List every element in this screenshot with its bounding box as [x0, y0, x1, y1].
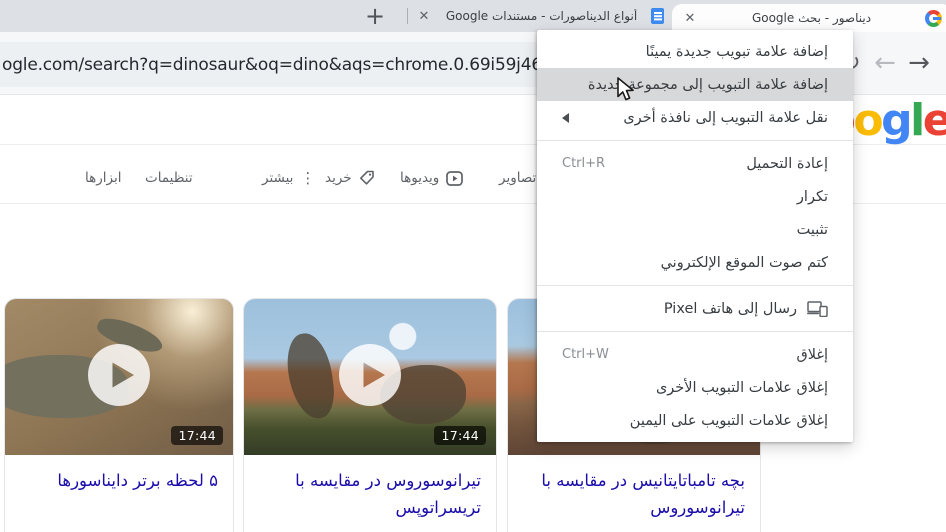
video-duration-badge: 17:44: [171, 426, 223, 445]
video-title-link[interactable]: بچه تامباتایتانیس در مقایسه با تیرانوسور…: [508, 455, 760, 521]
menu-item-label: إغلاق: [796, 347, 828, 363]
menu-shortcut: Ctrl+W: [562, 347, 609, 362]
menu-item-close[interactable]: إغلاق Ctrl+W: [537, 338, 853, 371]
filter-tab-images[interactable]: تصاویر: [499, 164, 536, 192]
play-icon[interactable]: [88, 344, 150, 410]
menu-item-move-tab-to-other-window[interactable]: نقل علامة التبويب إلى نافذة أخرى: [537, 101, 853, 134]
filter-tab-tools[interactable]: ابزارها: [85, 164, 121, 192]
send-to-device-icon: [807, 301, 828, 317]
filter-label: خرید: [325, 170, 352, 186]
video-card[interactable]: 17:44 ۵ لحظه برتر دایناسورها: [4, 298, 234, 532]
menu-item-label: نقل علامة التبويب إلى نافذة أخرى: [623, 110, 828, 126]
new-tab-button[interactable]: +: [360, 2, 390, 30]
menu-item-label: تكرار: [797, 189, 828, 205]
tab-google-search-active[interactable]: ✕ دیناصور - بحث Google: [672, 4, 946, 32]
tab-title: دیناصور - بحث Google: [698, 11, 925, 25]
filter-label: ابزارها: [85, 170, 121, 186]
tab-title: أنواع الديناصورات - مستندات Google: [432, 9, 651, 23]
logo-letter: l: [910, 95, 923, 146]
url-text: ogle.com/search?q=dinosaur&oq=dino&aqs=c…: [0, 55, 630, 75]
menu-item-reload[interactable]: إعادة التحميل Ctrl+R: [537, 147, 853, 180]
back-icon[interactable]: →: [902, 46, 936, 80]
menu-item-send-to-pixel[interactable]: رسال إلى هاتف Pixel: [537, 292, 853, 325]
video-thumbnail[interactable]: 17:44: [244, 299, 496, 455]
logo-letter: o: [853, 95, 881, 146]
menu-item-close-other-tabs[interactable]: إغلاق علامات التبويب الأخرى: [537, 371, 853, 404]
more-vert-icon: ⋮: [300, 169, 315, 187]
menu-item-close-tabs-to-right[interactable]: إغلاق علامات التبويب على اليمين: [537, 404, 853, 437]
tab-strip: + ✕ أنواع الديناصورات - مستندات Google ✕…: [0, 0, 946, 32]
filter-tab-shopping[interactable]: خرید: [325, 164, 375, 192]
tag-icon: [359, 170, 375, 186]
tab-context-menu: إضافة علامة تبويب جديدة يمينًا إضافة علا…: [537, 30, 853, 442]
filter-tab-settings[interactable]: تنظیمات: [145, 164, 193, 192]
menu-item-duplicate[interactable]: تكرار: [537, 180, 853, 213]
video-card[interactable]: 17:44 تیرانوسوروس در مقایسه با تریسراتوپ…: [243, 298, 497, 532]
close-icon[interactable]: ✕: [416, 8, 432, 24]
filter-label: ویدیوها: [400, 170, 439, 186]
menu-item-mute-site[interactable]: كتم صوت الموقع الإلكتروني: [537, 246, 853, 279]
menu-item-add-tab-to-new-group[interactable]: إضافة علامة التبويب إلى مجموعة جديدة: [537, 68, 853, 101]
close-icon[interactable]: ✕: [682, 10, 698, 26]
video-title-link[interactable]: تیرانوسوروس در مقایسه با تریسراتوپس: [244, 455, 496, 521]
video-thumbnail[interactable]: 17:44: [5, 299, 233, 455]
browser-window: + ✕ أنواع الديناصورات - مستندات Google ✕…: [0, 0, 946, 532]
filter-tab-more[interactable]: ⋮ بیشتر: [262, 164, 315, 192]
play-icon[interactable]: [339, 344, 401, 410]
google-docs-icon: [651, 8, 664, 24]
menu-item-label: كتم صوت الموقع الإلكتروني: [661, 255, 828, 271]
filter-label: بیشتر: [262, 170, 293, 186]
logo-letter: g: [881, 95, 910, 146]
menu-separator: [537, 285, 853, 286]
filter-label: تصاویر: [499, 170, 536, 186]
video-icon: [446, 171, 463, 186]
menu-item-pin[interactable]: تثبيت: [537, 213, 853, 246]
menu-item-label: إضافة علامة تبويب جديدة يمينًا: [646, 44, 828, 60]
menu-item-label: تثبيت: [797, 222, 828, 238]
google-favicon-icon: [925, 10, 942, 27]
filter-label: تنظیمات: [145, 170, 193, 186]
menu-item-label: إغلاق علامات التبويب على اليمين: [630, 413, 828, 429]
forward-icon: ←: [868, 46, 902, 80]
menu-separator: [537, 140, 853, 141]
submenu-arrow-icon: [562, 113, 569, 123]
menu-item-label: إغلاق علامات التبويب الأخرى: [656, 380, 828, 396]
menu-item-label: رسال إلى هاتف Pixel: [664, 301, 797, 317]
mouse-cursor: [616, 77, 638, 107]
video-title-link[interactable]: ۵ لحظه برتر دایناسورها: [5, 455, 233, 495]
menu-item-label: إعادة التحميل: [746, 156, 828, 172]
logo-letter: e: [923, 95, 946, 146]
menu-separator: [537, 331, 853, 332]
video-duration-badge: 17:44: [434, 426, 486, 445]
dinosaur-illustration: [284, 331, 338, 422]
menu-shortcut: Ctrl+R: [562, 156, 605, 171]
menu-item-new-tab-right[interactable]: إضافة علامة تبويب جديدة يمينًا: [537, 35, 853, 68]
filter-tab-videos[interactable]: ویدیوها: [400, 164, 463, 192]
tab-google-docs[interactable]: ✕ أنواع الديناصورات - مستندات Google: [408, 0, 672, 32]
